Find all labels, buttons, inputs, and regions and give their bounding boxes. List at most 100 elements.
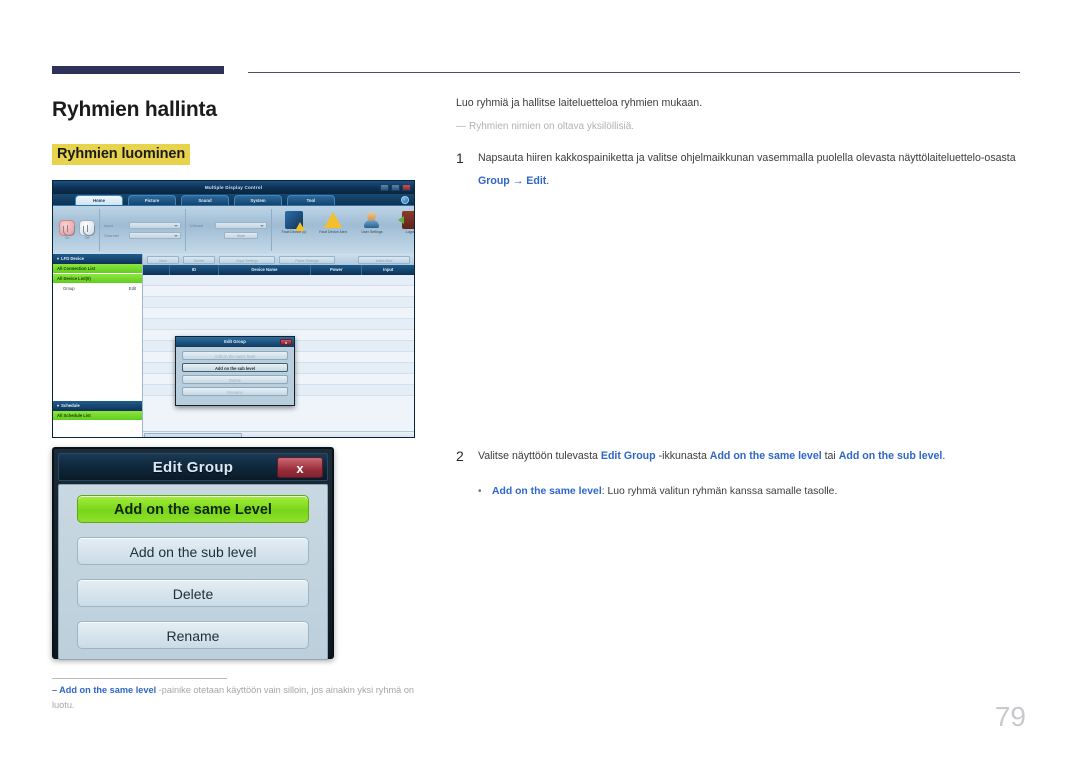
rename-button[interactable]: Rename xyxy=(77,621,309,649)
volume-label: Volume xyxy=(190,222,204,228)
tab-system[interactable]: System xyxy=(234,195,282,205)
group-row-label: Group xyxy=(63,286,75,291)
step-2-block: 2 Valitse näyttöön tulevasta Edit Group … xyxy=(456,448,1026,500)
power-off-icon[interactable] xyxy=(79,220,95,236)
new-button[interactable]: New xyxy=(147,255,179,264)
path-period: . xyxy=(546,175,550,188)
logout-caption: Logout xyxy=(405,230,414,234)
step-2-b3: Add on the sub level xyxy=(838,450,943,462)
footnote-label: Add on the same level xyxy=(59,685,157,695)
help-icon[interactable] xyxy=(401,196,409,204)
table-row[interactable] xyxy=(143,297,414,308)
delete-button[interactable]: Delete xyxy=(77,579,309,607)
logout-door-icon xyxy=(398,211,414,229)
tab-sound[interactable]: Sound xyxy=(181,195,229,205)
maximize-icon[interactable] xyxy=(391,184,400,191)
app-window-title: Multiple Display Control xyxy=(204,185,263,190)
dialog-title-bar: Edit Group x xyxy=(58,453,328,481)
delete-button[interactable]: Delete xyxy=(183,255,215,264)
device-list-empty-area xyxy=(53,294,142,401)
app-title-bar: Multiple Display Control xyxy=(53,181,414,194)
table-row[interactable] xyxy=(143,275,414,286)
grid-col-device-name[interactable]: Device Name xyxy=(219,265,311,275)
volume-select[interactable] xyxy=(215,221,267,229)
inner-dialog-title-bar: Edit Group x xyxy=(176,337,294,347)
chevron-down-icon-schedule: ▾ xyxy=(57,403,60,408)
footnote: – Add on the same level -painike otetaan … xyxy=(52,683,432,712)
copy-settings-button[interactable]: Copy Settings xyxy=(219,255,275,264)
intro-hint: — Ryhmien nimien on oltava yksilöllisiä. xyxy=(456,119,1026,134)
inner-delete-button[interactable]: Delete xyxy=(182,375,288,384)
path-edit: Edit xyxy=(526,175,547,188)
user-settings-caption: User Settings xyxy=(361,230,383,234)
intro-lead: Luo ryhmiä ja hallitse laiteluetteloa ry… xyxy=(456,97,703,109)
input-select[interactable] xyxy=(129,221,181,229)
step-2-b1: Edit Group xyxy=(600,450,656,462)
app-ribbon: On Off Input Channel Volume Mute Fault D… xyxy=(53,206,414,254)
logout-button[interactable]: Logout xyxy=(394,211,414,234)
grid-toolbar: New Delete Copy Settings Paste Settings … xyxy=(143,254,414,265)
fault-device-alert-button[interactable]: Fault Device Alert xyxy=(316,211,350,234)
schedule-header[interactable]: ▾ Schedule xyxy=(53,401,142,411)
step-2-number: 2 xyxy=(456,448,464,464)
bullet-item: • Add on the same level: Luo ryhmä valit… xyxy=(456,484,1026,500)
inner-rename-button[interactable]: Rename xyxy=(182,387,288,396)
app-body: ▾ LFD Device All Connection List All Devi… xyxy=(53,254,414,437)
table-row[interactable] xyxy=(143,319,414,330)
table-row[interactable] xyxy=(143,308,414,319)
channel-select[interactable] xyxy=(129,231,181,239)
device-list-panel: ▾ LFD Device All Connection List All Devi… xyxy=(53,254,143,437)
step-1-number: 1 xyxy=(456,149,464,166)
grid-col-input[interactable]: Input xyxy=(362,265,413,275)
path-group: Group xyxy=(478,175,510,188)
grid-col-power[interactable]: Power xyxy=(311,265,363,275)
all-device-list-item[interactable]: All Device List(0) xyxy=(53,274,142,284)
paste-settings-button[interactable]: Paste Settings xyxy=(279,255,335,264)
lfd-device-header[interactable]: ▾ LFD Device xyxy=(53,254,142,264)
add-on-the-same-level-button[interactable]: Add on the same Level xyxy=(77,495,309,523)
hint-text: Ryhmien nimien on oltava yksilöllisiä. xyxy=(469,120,635,132)
mute-button[interactable]: Mute xyxy=(224,231,258,239)
chevron-down-icon: ▾ xyxy=(57,256,60,261)
footnote-dash: – xyxy=(52,685,58,695)
fault-device-button[interactable]: Fault Device (0) xyxy=(277,211,311,234)
inner-dialog-body: Add on the same level Add on the sub lev… xyxy=(176,347,294,400)
path-arrow-icon: → xyxy=(512,175,524,188)
all-connection-list-item[interactable]: All Connection List xyxy=(53,264,142,274)
tab-picture[interactable]: Picture xyxy=(128,195,176,205)
inner-add-same-level-button[interactable]: Add on the same level xyxy=(182,351,288,360)
horizontal-scrollbar[interactable] xyxy=(143,431,414,437)
grid-col-id[interactable]: ID xyxy=(170,265,219,275)
bullet-text: : Luo ryhmä valitun ryhmän kanssa samall… xyxy=(601,485,838,497)
app-screenshot-figure: Multiple Display Control Home Picture So… xyxy=(52,180,415,438)
group-row[interactable]: Group Edit xyxy=(53,284,142,294)
fault-device-caption: Fault Device (0) xyxy=(281,230,307,234)
inner-add-sub-level-button[interactable]: Add on the sub level xyxy=(182,363,288,372)
minimize-icon[interactable] xyxy=(380,184,389,191)
power-on-label: On xyxy=(64,236,70,240)
step-2-body: Valitse näyttöön tulevasta Edit Group -i… xyxy=(478,448,945,466)
tab-tool[interactable]: Tool xyxy=(287,195,335,205)
input-label: Input xyxy=(104,222,113,228)
scrollbar-thumb[interactable] xyxy=(144,433,242,437)
index-mod-button[interactable]: Index Mod xyxy=(358,255,410,264)
user-icon xyxy=(363,211,381,229)
close-icon[interactable] xyxy=(402,184,411,191)
instructions-column: Luo ryhmiä ja hallitse laiteluetteloa ry… xyxy=(456,96,1026,190)
footnote-rule xyxy=(52,678,227,679)
inner-dialog-close-icon[interactable]: x xyxy=(280,339,292,345)
edit-group-dialog-figure: Edit Group x Add on the same Level Add o… xyxy=(52,447,334,660)
group-row-edit[interactable]: Edit xyxy=(129,284,136,294)
add-on-the-sub-level-button[interactable]: Add on the sub level xyxy=(77,537,309,565)
step-2-t3: tai xyxy=(821,450,839,462)
ribbon-group-volume: Volume Mute xyxy=(186,209,272,251)
table-row[interactable] xyxy=(143,286,414,297)
tab-home[interactable]: Home xyxy=(75,195,123,205)
user-settings-button[interactable]: User Settings xyxy=(355,211,389,234)
all-schedule-list-item[interactable]: All Schedule List xyxy=(53,411,142,421)
dialog-close-icon[interactable]: x xyxy=(277,457,323,478)
inner-edit-group-dialog: Edit Group x Add on the same level Add o… xyxy=(175,336,295,406)
step-1: 1 Napsauta hiiren kakkospainiketta ja va… xyxy=(456,150,1026,190)
power-on-icon[interactable] xyxy=(59,220,75,236)
step-1-path: Group → Edit. xyxy=(478,173,1016,189)
